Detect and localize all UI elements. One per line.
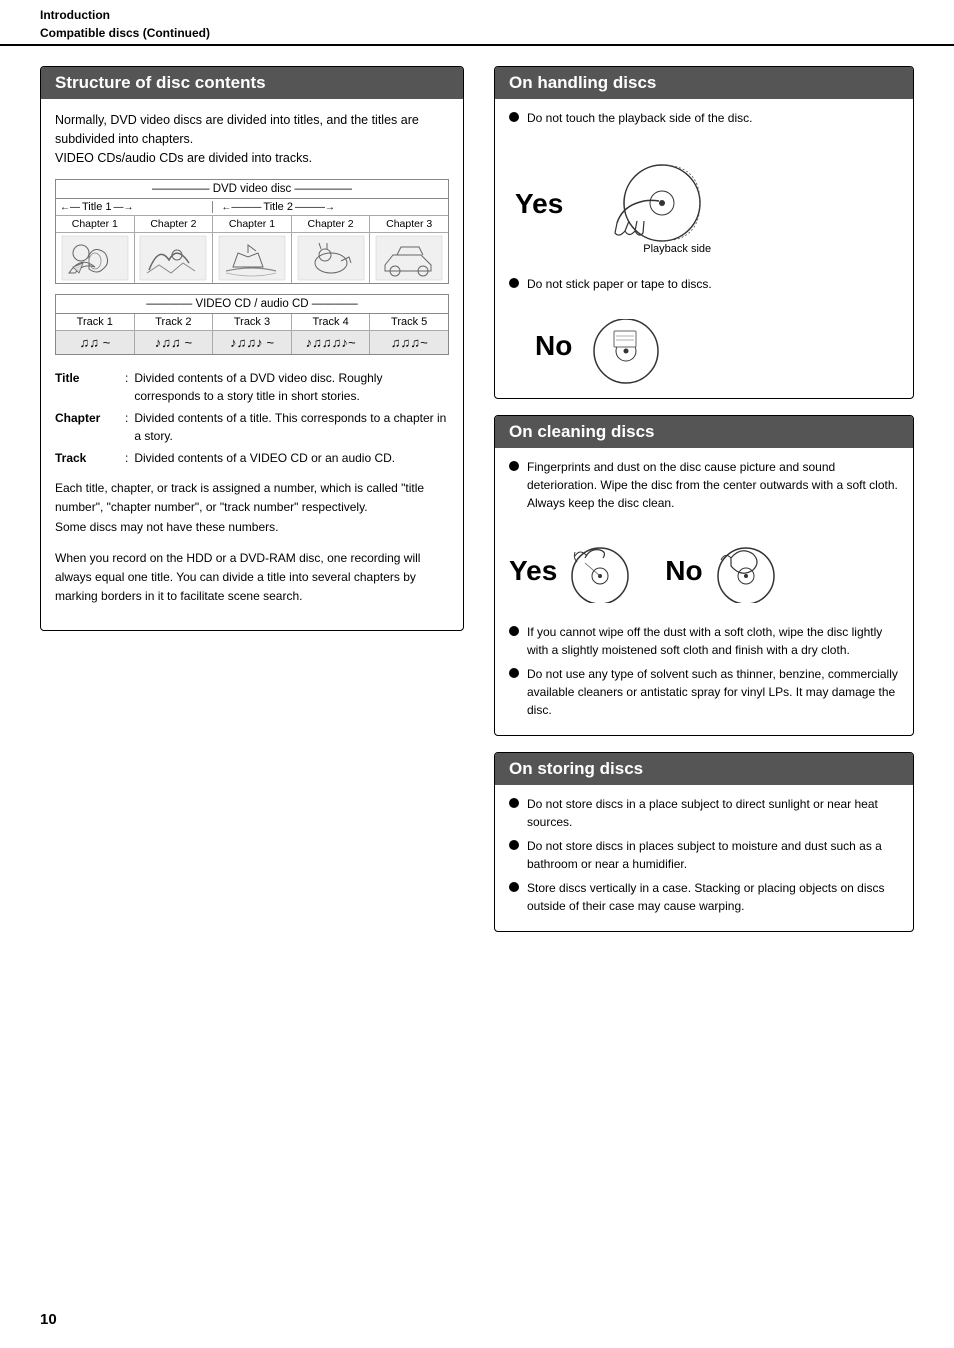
track-cell-3: Track 3 [213, 314, 292, 330]
cleaning-bullet-1: Fingerprints and dust on the disc cause … [509, 458, 899, 512]
cleaning-title: On cleaning discs [495, 416, 913, 448]
cleaning-no-label: No [665, 555, 702, 587]
bullet-dot-cleaning-1 [509, 461, 519, 471]
right-column: On handling discs Do not touch the playb… [494, 66, 914, 948]
header: Introduction Compatible discs (Continued… [0, 0, 954, 46]
track-cell-1: Track 1 [56, 314, 135, 330]
storing-bullet-3: Store discs vertically in a case. Stacki… [509, 879, 899, 915]
dvd-image-5 [370, 233, 448, 283]
track-cell-2: Track 2 [135, 314, 214, 330]
dvd-image-2 [135, 233, 214, 283]
header-subtitle: Compatible discs (Continued) [40, 26, 914, 40]
structure-content: Normally, DVD video discs are divided in… [41, 99, 463, 630]
handling-content: Do not touch the playback side of the di… [495, 99, 913, 398]
vcd-diagram-title: ———— VIDEO CD / audio CD ———— [56, 295, 448, 314]
vcd-music-row: ♫♫ ~ ♪♫♫ ~ ♪♫♫♪ ~ ♪♫♫♫♪~ ♫♫♫~ [56, 330, 448, 354]
left-column: Structure of disc contents Normally, DVD… [40, 66, 464, 948]
no-disc-area: No [495, 309, 913, 398]
handling-bullet-1: Do not touch the playback side of the di… [509, 109, 899, 127]
bullet-dot-1 [509, 112, 519, 122]
bullet-dot-cleaning-2 [509, 626, 519, 636]
def-track: Track : Divided contents of a VIDEO CD o… [55, 449, 449, 467]
header-section: Introduction [40, 8, 914, 22]
chapter-cell-1: Chapter 1 [56, 216, 135, 232]
track-cell-4: Track 4 [292, 314, 371, 330]
def-term-chapter: Chapter [55, 409, 125, 445]
storing-bullet-2: Do not store discs in places subject to … [509, 837, 899, 873]
chapter-cell-2: Chapter 2 [135, 216, 214, 232]
body-text-2: When you record on the HDD or a DVD-RAM … [55, 549, 449, 607]
handling-bullet-2: Do not stick paper or tape to discs. [509, 275, 899, 293]
def-term-title: Title [55, 369, 125, 405]
yes-disc-area: Yes [495, 143, 913, 265]
cleaning-yes-no-area: Yes [495, 528, 913, 613]
music-cell-4: ♪♫♫♫♪~ [292, 331, 371, 354]
structure-title: Structure of disc contents [41, 67, 463, 99]
yes-disc-illustration: Playback side [583, 153, 711, 255]
cleaning-bullet-2: If you cannot wipe off the dust with a s… [509, 623, 899, 659]
bullet-dot-storing-3 [509, 882, 519, 892]
dvd-titles-row: ←— Title 1 —→ ←——— Title 2 ———→ [56, 199, 448, 215]
bullet-dot-storing-2 [509, 840, 519, 850]
cleaning-bullet-3: Do not use any type of solvent such as t… [509, 665, 899, 719]
handling-section-box: On handling discs Do not touch the playb… [494, 66, 914, 399]
dvd-chapters-row: Chapter 1 Chapter 2 Chapter 1 Chapter 2 … [56, 215, 448, 232]
playback-side-label: Playback side [643, 243, 711, 255]
track-cell-5: Track 5 [370, 314, 448, 330]
chapter-cell-4: Chapter 2 [292, 216, 371, 232]
no-label: No [535, 330, 572, 361]
content-area: Structure of disc contents Normally, DVD… [0, 46, 954, 968]
handling-bullet-list-2: Do not stick paper or tape to discs. [495, 265, 913, 309]
music-cell-2: ♪♫♫ ~ [135, 331, 214, 354]
def-chapter: Chapter : Divided contents of a title. T… [55, 409, 449, 445]
def-desc-title: Divided contents of a DVD video disc. Ro… [134, 369, 449, 405]
structure-section-box: Structure of disc contents Normally, DVD… [40, 66, 464, 631]
bullet-dot-2 [509, 278, 519, 288]
def-desc-track: Divided contents of a VIDEO CD or an aud… [134, 449, 449, 467]
cleaning-yes-label: Yes [509, 555, 557, 587]
bullet-dot-storing-1 [509, 798, 519, 808]
music-cell-1: ♫♫ ~ [56, 331, 135, 354]
vcd-tracks-row: Track 1 Track 2 Track 3 Track 4 Track 5 [56, 314, 448, 330]
storing-title: On storing discs [495, 753, 913, 785]
music-cell-5: ♫♫♫~ [370, 331, 448, 354]
cleaning-bullet-list: Fingerprints and dust on the disc cause … [495, 448, 913, 528]
storing-bullet-1: Do not store discs in a place subject to… [509, 795, 899, 831]
handling-bullet-list: Do not touch the playback side of the di… [495, 99, 913, 143]
page-number: 10 [40, 1311, 57, 1328]
dvd-image-1 [56, 233, 135, 283]
dvd-image-3 [213, 233, 292, 283]
vcd-diagram: ———— VIDEO CD / audio CD ———— Track 1 Tr… [55, 294, 449, 355]
chapter-cell-5: Chapter 3 [370, 216, 448, 232]
page-wrapper: Introduction Compatible discs (Continued… [0, 0, 954, 1348]
storing-bullet-list: Do not store discs in a place subject to… [495, 785, 913, 931]
bullet-dot-cleaning-3 [509, 668, 519, 678]
dvd-images-row [56, 232, 448, 283]
intro-text: Normally, DVD video discs are divided in… [55, 111, 449, 167]
handling-title: On handling discs [495, 67, 913, 99]
cleaning-content: Fingerprints and dust on the disc cause … [495, 448, 913, 735]
yes-label: Yes [515, 188, 563, 220]
storing-section-box: On storing discs Do not store discs in a… [494, 752, 914, 932]
body-text-1: Each title, chapter, or track is assigne… [55, 479, 449, 537]
cleaning-bullet-list-2: If you cannot wipe off the dust with a s… [495, 613, 913, 735]
def-desc-chapter: Divided contents of a title. This corres… [134, 409, 449, 445]
definitions: Title : Divided contents of a DVD video … [55, 369, 449, 467]
def-title: Title : Divided contents of a DVD video … [55, 369, 449, 405]
def-term-track: Track [55, 449, 125, 467]
dvd-diagram-title: ————— DVD video disc ————— [56, 180, 448, 199]
dvd-diagram: ————— DVD video disc ————— ←— Title 1 —→… [55, 179, 449, 284]
cleaning-section-box: On cleaning discs Fingerprints and dust … [494, 415, 914, 736]
music-cell-3: ♪♫♫♪ ~ [213, 331, 292, 354]
chapter-cell-3: Chapter 1 [213, 216, 292, 232]
dvd-image-4 [292, 233, 371, 283]
